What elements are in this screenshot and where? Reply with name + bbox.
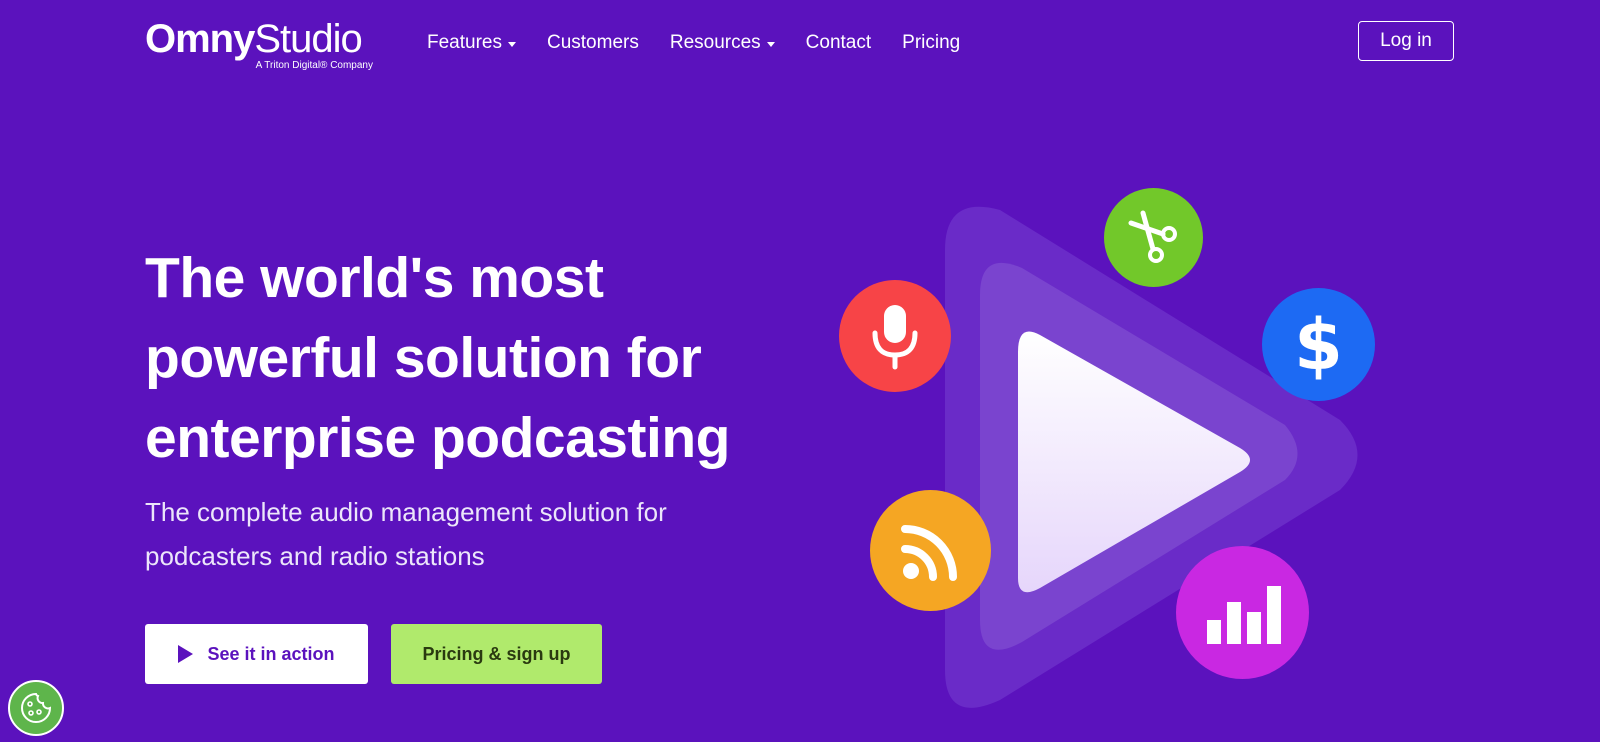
main-nav: Features Customers Resources Contact Pri… bbox=[427, 28, 991, 58]
nav-features[interactable]: Features bbox=[427, 32, 516, 54]
see-it-in-action-label: See it in action bbox=[207, 643, 335, 664]
nav-features-label: Features bbox=[427, 32, 502, 53]
play-icon bbox=[178, 645, 194, 663]
hero-subheadline: The complete audio management solution f… bbox=[145, 490, 745, 578]
hero-headline: The world's most powerful solution for e… bbox=[145, 238, 785, 478]
chevron-down-icon bbox=[507, 41, 516, 47]
login-button[interactable]: Log in bbox=[1358, 21, 1454, 61]
logo-word-bold: Omny bbox=[145, 17, 255, 61]
microphone-icon bbox=[839, 280, 951, 392]
microphone-glyph bbox=[872, 305, 918, 370]
subline-line: podcasters and radio stations bbox=[145, 541, 485, 571]
headline-line: enterprise podcasting bbox=[145, 406, 730, 470]
rss-glyph bbox=[900, 524, 957, 581]
nav-resources[interactable]: Resources bbox=[670, 32, 775, 54]
see-it-in-action-button[interactable]: See it in action bbox=[145, 624, 368, 684]
nav-contact[interactable]: Contact bbox=[806, 32, 871, 54]
nav-pricing[interactable]: Pricing bbox=[902, 32, 960, 54]
nav-resources-label: Resources bbox=[669, 32, 761, 53]
cookie-icon bbox=[21, 692, 52, 723]
logo-wordmark: OmnyStudio bbox=[145, 16, 363, 62]
bar-chart-icon bbox=[1176, 546, 1309, 679]
headline-line: The world's most bbox=[145, 246, 604, 310]
chevron-down-icon bbox=[766, 41, 775, 47]
headline-line: powerful solution for bbox=[145, 326, 702, 390]
scissors-icon bbox=[1104, 188, 1203, 287]
logo-tagline: A Triton Digital® Company bbox=[255, 60, 373, 71]
nav-customers[interactable]: Customers bbox=[547, 32, 639, 54]
cookie-settings-button[interactable] bbox=[8, 680, 64, 736]
dollar-symbol: $ bbox=[1294, 303, 1343, 386]
scissors-glyph bbox=[1128, 210, 1177, 263]
rss-icon bbox=[870, 490, 991, 611]
pricing-signup-button[interactable]: Pricing & sign up bbox=[391, 624, 602, 684]
bar-chart-glyph bbox=[1206, 585, 1281, 644]
logo-word-light: Studio bbox=[254, 17, 362, 61]
brand-logo[interactable]: OmnyStudio A Triton Digital® Company bbox=[145, 16, 375, 76]
dollar-icon: $ bbox=[1262, 288, 1375, 401]
subline-line: The complete audio management solution f… bbox=[145, 497, 667, 527]
